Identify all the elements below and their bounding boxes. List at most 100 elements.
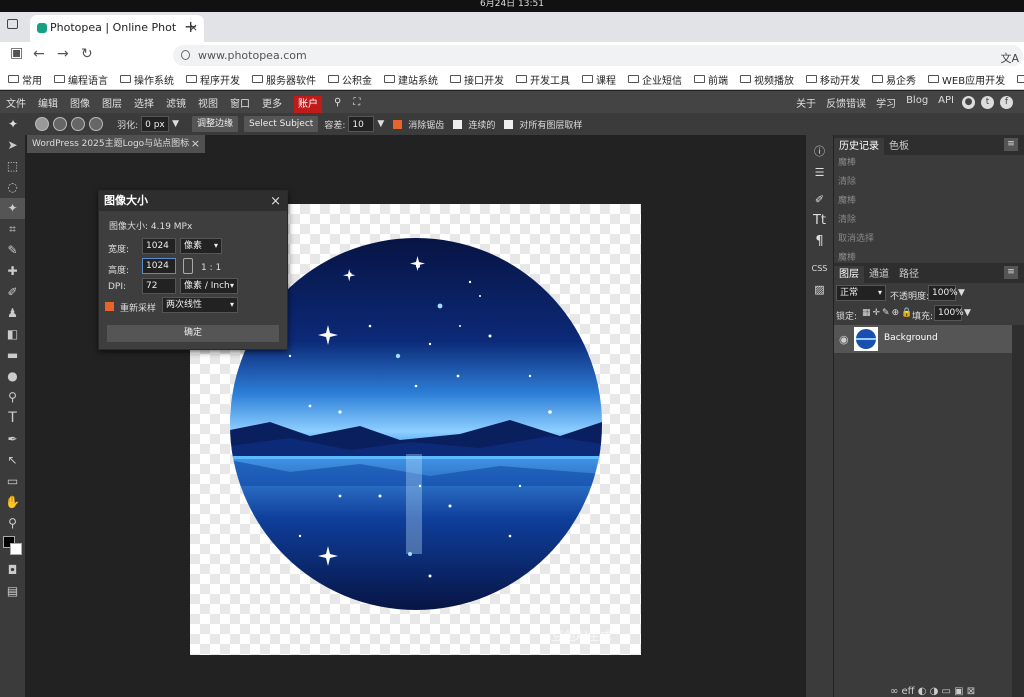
menu-item-7[interactable]: 窗口 xyxy=(224,95,256,110)
selection-intersect-icon[interactable] xyxy=(89,117,104,131)
sample-all-checkbox[interactable] xyxy=(504,119,514,129)
shape-tool-icon[interactable]: ▭ xyxy=(0,471,25,492)
resample-checkbox[interactable] xyxy=(105,302,114,311)
tolerance-dropdown-icon[interactable]: ▼ xyxy=(377,119,384,129)
url-field[interactable]: www.photopea.com 文A xyxy=(173,45,1023,66)
reddit-icon[interactable]: ● xyxy=(962,95,975,109)
back-icon[interactable]: ← xyxy=(33,46,45,62)
menu-item-3[interactable]: 图层 xyxy=(96,95,128,110)
crop-tool-icon[interactable]: ⌗ xyxy=(0,219,25,240)
healing-tool-icon[interactable]: ✚ xyxy=(0,261,25,282)
fill-input[interactable]: 100% xyxy=(934,305,964,321)
bookmark-9[interactable]: 课程 xyxy=(574,69,620,89)
search-icon[interactable]: ⚲ xyxy=(328,97,347,108)
blend-mode-select[interactable]: 正常 ▾ xyxy=(836,285,886,301)
pen-tool-icon[interactable]: ✒ xyxy=(0,429,25,450)
magic-wand-tool-icon[interactable]: ✦ xyxy=(0,198,25,219)
selection-new-icon[interactable] xyxy=(35,117,50,131)
selection-subtract-icon[interactable] xyxy=(71,117,86,131)
tab-paths[interactable]: 路径 xyxy=(894,266,924,283)
chain-link-icon[interactable] xyxy=(183,258,193,274)
bookmark-4[interactable]: 服务器软件 xyxy=(244,69,320,89)
width-unit-select[interactable]: 像素 ▾ xyxy=(180,238,222,254)
tab-history[interactable]: 历史记录 xyxy=(834,138,884,155)
eraser-tool-icon[interactable]: ◧ xyxy=(0,324,25,345)
resample-method-select[interactable]: 两次线性 ▾ xyxy=(162,297,238,313)
tab-layers[interactable]: 图层 xyxy=(834,266,864,283)
opacity-dropdown-icon[interactable]: ▼ xyxy=(958,288,965,298)
eyedropper-tool-icon[interactable]: ✎ xyxy=(0,240,25,261)
ok-button[interactable]: 确定 xyxy=(107,325,279,342)
menu-account[interactable]: 账户 xyxy=(288,95,328,113)
lock-icons[interactable]: ▦✛✎⊕🔒 xyxy=(862,308,914,318)
antialias-checkbox[interactable] xyxy=(393,119,403,129)
history-item-3[interactable]: 清除 xyxy=(838,212,856,225)
browser-tab-photopea[interactable]: Photopea | Online Phot × xyxy=(30,15,204,42)
new-tab-button[interactable]: + xyxy=(184,17,197,36)
tab-channels[interactable]: 通道 xyxy=(864,266,894,283)
dodge-tool-icon[interactable]: ⚲ xyxy=(0,387,25,408)
tab-list-icon[interactable] xyxy=(7,19,18,29)
visibility-eye-icon[interactable]: ◉ xyxy=(839,333,849,346)
twitter-icon[interactable]: t xyxy=(981,95,994,109)
background-color-swatch[interactable] xyxy=(10,543,22,555)
history-item-2[interactable]: 魔棒 xyxy=(838,193,856,206)
screen-mode-icon[interactable]: ▤ xyxy=(0,581,25,602)
css-icon[interactable]: CSS xyxy=(806,258,833,279)
fill-dropdown-icon[interactable]: ▼ xyxy=(964,308,971,318)
gradient-tool-icon[interactable]: ▬ xyxy=(0,345,25,366)
bookmark-5[interactable]: 公积金 xyxy=(320,69,376,89)
bookmark-11[interactable]: 前端 xyxy=(686,69,732,89)
menu-item-6[interactable]: 视图 xyxy=(192,95,224,110)
bookmark-12[interactable]: 视频播放 xyxy=(732,69,798,89)
menu-item-0[interactable]: 文件 xyxy=(0,95,32,110)
menu-item-1[interactable]: 编辑 xyxy=(32,95,64,110)
layer-row-background[interactable]: ◉ Background xyxy=(834,325,1012,353)
marquee-tool-icon[interactable]: ⬚ xyxy=(0,156,25,177)
color-swatches[interactable] xyxy=(0,534,25,560)
document-tab[interactable]: WordPress 2025主题Logo与站点图标 × xyxy=(27,135,205,153)
menu-item-4[interactable]: 选择 xyxy=(128,95,160,110)
history-item-0[interactable]: 魔棒 xyxy=(838,155,856,168)
history-item-1[interactable]: 清除 xyxy=(838,174,856,187)
bookmark-10[interactable]: 企业短信 xyxy=(620,69,686,89)
image-panel-icon[interactable]: ▨ xyxy=(806,279,833,300)
bookmark-14[interactable]: 易企秀 xyxy=(864,69,920,89)
character-icon[interactable]: Tt xyxy=(806,210,833,231)
bookmark-16[interactable]: 读书 xyxy=(1009,69,1024,89)
brush-panel-icon[interactable]: ✐ xyxy=(806,189,833,210)
window-icon[interactable]: ▣ xyxy=(10,45,23,61)
dialog-close-icon[interactable]: × xyxy=(270,192,281,212)
stamp-tool-icon[interactable]: ♟ xyxy=(0,303,25,324)
document-close-icon[interactable]: × xyxy=(191,135,200,153)
blur-tool-icon[interactable]: ● xyxy=(0,366,25,387)
history-item-5[interactable]: 魔棒 xyxy=(838,250,856,263)
zoom-tool-icon[interactable]: ⚲ xyxy=(0,513,25,534)
opacity-input[interactable]: 100% xyxy=(928,285,958,301)
menu-right-item-4[interactable]: API xyxy=(933,95,959,110)
dialog-title-bar[interactable]: 图像大小 × xyxy=(99,191,287,211)
bookmark-0[interactable]: 常用 xyxy=(0,69,46,89)
contiguous-checkbox[interactable] xyxy=(453,119,463,129)
width-input[interactable]: 1024 xyxy=(142,238,176,254)
hand-tool-icon[interactable]: ✋ xyxy=(0,492,25,513)
move-tool-icon[interactable]: ➤ xyxy=(0,135,25,156)
selection-add-icon[interactable] xyxy=(53,117,68,131)
properties-icon[interactable]: ☰ xyxy=(806,162,833,183)
bookmark-1[interactable]: 编程语言 xyxy=(46,69,112,89)
dpi-unit-select[interactable]: 像素 / Inch ▾ xyxy=(180,278,238,294)
info-icon[interactable]: ⓘ xyxy=(806,141,833,162)
refine-edge-button[interactable]: 调整边缘 xyxy=(192,116,239,132)
bookmark-6[interactable]: 建站系统 xyxy=(376,69,442,89)
bookmark-13[interactable]: 移动开发 xyxy=(798,69,864,89)
history-item-4[interactable]: 取消选择 xyxy=(838,231,874,244)
select-subject-button[interactable]: Select Subject xyxy=(244,116,319,132)
lasso-tool-icon[interactable]: ◌ xyxy=(0,177,25,198)
layers-scrollbar[interactable] xyxy=(1012,325,1024,697)
feather-input[interactable]: 0 px xyxy=(141,116,170,132)
menu-right-item-1[interactable]: 反馈错误 xyxy=(821,95,871,110)
menu-right-item-0[interactable]: 关于 xyxy=(791,95,821,110)
quick-mask-icon[interactable]: ◘ xyxy=(0,560,25,581)
text-tool-icon[interactable]: T xyxy=(0,408,25,429)
brush-tool-icon[interactable]: ✐ xyxy=(0,282,25,303)
